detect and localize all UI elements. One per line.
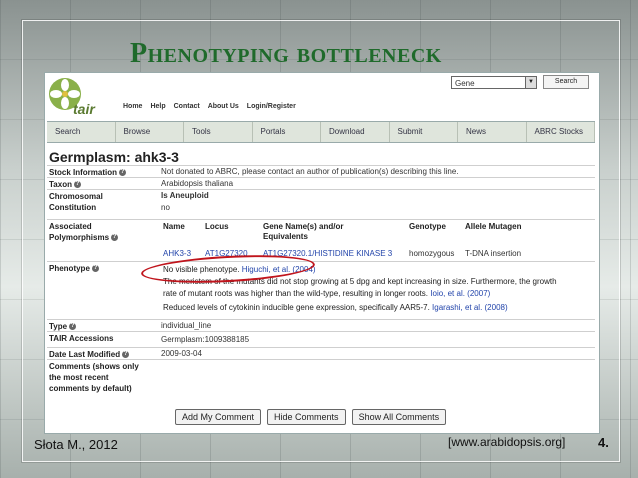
- slide-number: 4.: [598, 435, 609, 450]
- source-url: [www.arabidopsis.org]: [448, 435, 566, 449]
- phenotype-label: Phenotype: [49, 264, 90, 273]
- tair-screenshot: tair Home Help Contact About Us Login/Re…: [44, 72, 600, 434]
- ref-igarashi-link[interactable]: Igarashi, et al. (2008): [432, 303, 508, 312]
- svg-text:tair: tair: [73, 101, 96, 116]
- help-icon[interactable]: ?: [73, 181, 81, 189]
- date-label: Date Last Modified: [49, 350, 121, 359]
- help-icon[interactable]: ?: [69, 323, 77, 331]
- top-nav: Home Help Contact About Us Login/Registe…: [123, 103, 296, 110]
- nav-login-register[interactable]: Login/Register: [247, 103, 296, 110]
- col-gene-names: Gene Name(s) and/or Equivalents: [263, 222, 344, 241]
- comment-buttons: Add My Comment Hide Comments Show All Co…: [175, 409, 447, 425]
- nav-about-us[interactable]: About Us: [208, 103, 239, 110]
- row-phenotype: Phenotype? No visible phenotype. Higuchi…: [47, 261, 595, 320]
- chevron-down-icon: ▼: [525, 76, 536, 88]
- help-icon[interactable]: ?: [119, 169, 127, 177]
- poly-name-link[interactable]: AHK3-3: [163, 248, 191, 260]
- tab-download[interactable]: Download: [321, 122, 390, 142]
- col-genotype: Genotype: [409, 222, 446, 231]
- tab-portals[interactable]: Portals: [253, 122, 321, 142]
- tab-search[interactable]: Search: [47, 122, 116, 142]
- search-type-select[interactable]: Gene ▼: [451, 75, 537, 89]
- type-label: Type: [49, 322, 68, 331]
- nav-contact[interactable]: Contact: [174, 103, 200, 110]
- hide-comments-button[interactable]: Hide Comments: [267, 409, 346, 425]
- col-allele-mutagen: Allele Mutagen: [465, 222, 522, 231]
- col-name: Name: [163, 222, 185, 231]
- search-area: Gene ▼ Search: [451, 75, 589, 89]
- poly-mutagen: T-DNA insertion: [465, 249, 522, 258]
- help-icon[interactable]: ?: [111, 234, 119, 242]
- nav-help[interactable]: Help: [150, 103, 165, 110]
- row-chromosomal-constitution: Chromosomal Constitution Is Aneuploid no: [47, 189, 595, 220]
- stock-label: Stock Information: [49, 168, 118, 177]
- search-button[interactable]: Search: [543, 75, 589, 89]
- row-tair-accessions: TAIR Accessions Germplasm:1009388185: [47, 331, 595, 348]
- ref-ioio-link[interactable]: Ioio, et al. (2007): [430, 289, 490, 298]
- col-locus: Locus: [205, 222, 229, 231]
- help-icon[interactable]: ?: [122, 351, 130, 359]
- poly-genotype: homozygous: [409, 249, 455, 258]
- taxon-label: Taxon: [49, 180, 72, 189]
- tair-label: TAIR Accessions: [49, 334, 114, 343]
- aneuploid-label: Is Aneuploid: [161, 191, 209, 200]
- help-icon[interactable]: ?: [91, 265, 99, 273]
- slide-title: Phenotyping bottleneck: [130, 38, 442, 69]
- phenotype-2b: rate of mutant roots was higher than the…: [163, 289, 491, 298]
- phenotype-3: Reduced levels of cytokinin inducible ge…: [163, 303, 508, 312]
- tab-abrc-stocks[interactable]: ABRC Stocks: [527, 122, 595, 142]
- tab-submit[interactable]: Submit: [390, 122, 458, 142]
- comments-label: Comments (shows only the most recent com…: [49, 362, 139, 393]
- polymorphisms-label: Associated Polymorphisms: [49, 222, 110, 242]
- row-comments: Comments (shows only the most recent com…: [47, 359, 595, 410]
- chromosomal-label: Chromosomal Constitution: [49, 192, 103, 212]
- tab-tools[interactable]: Tools: [184, 122, 253, 142]
- citation: Słota M., 2012: [34, 437, 118, 452]
- page-title: Germplasm: ahk3-3: [49, 149, 179, 165]
- main-nav: Search Browse Tools Portals Download Sub…: [47, 121, 595, 143]
- aneuploid-value: no: [161, 203, 170, 212]
- tair-logo: tair: [49, 78, 96, 116]
- row-associated-polymorphisms: Associated Polymorphisms? Name Locus Gen…: [47, 219, 595, 262]
- tab-news[interactable]: News: [458, 122, 527, 142]
- add-comment-button[interactable]: Add My Comment: [175, 409, 262, 425]
- show-all-comments-button[interactable]: Show All Comments: [351, 409, 447, 425]
- tab-browse[interactable]: Browse: [116, 122, 184, 142]
- nav-home[interactable]: Home: [123, 103, 142, 110]
- tair-value: Germplasm:1009388185: [161, 335, 250, 344]
